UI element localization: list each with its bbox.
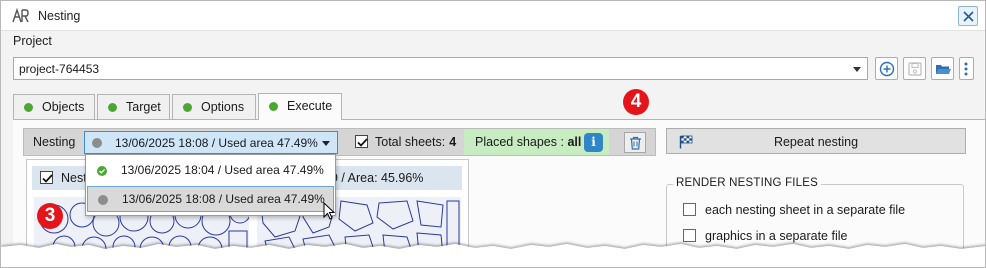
torn-edge bbox=[1, 244, 985, 267]
repeat-nesting-label: Repeat nesting bbox=[773, 135, 859, 149]
mouse-cursor-icon bbox=[323, 201, 337, 225]
total-sheets-label: Total sheets: bbox=[375, 135, 446, 149]
nesting-option-1[interactable]: 13/06/2025 18:04 / Used area 47.49% bbox=[87, 158, 334, 184]
window-title: Nesting bbox=[38, 9, 81, 23]
tab-label: Target bbox=[126, 100, 161, 114]
status-dot-icon bbox=[98, 195, 108, 205]
tab-execute[interactable]: Execute bbox=[258, 93, 342, 120]
status-dot-icon bbox=[269, 102, 278, 111]
checkmark-icon bbox=[42, 174, 53, 183]
app-logo-icon bbox=[11, 7, 29, 24]
status-dot-icon bbox=[108, 103, 117, 112]
separate-sheets-label: each nesting sheet in a separate file bbox=[705, 203, 906, 217]
nesting-window: Nesting Project project-764453 Objects T… bbox=[0, 0, 986, 268]
total-sheets-value: 4 bbox=[449, 135, 457, 149]
tab-options[interactable]: Options bbox=[172, 94, 256, 119]
chevron-down-icon bbox=[853, 67, 861, 72]
project-select[interactable]: project-764453 bbox=[13, 57, 868, 80]
open-project-button[interactable] bbox=[931, 57, 954, 80]
render-files-title: RENDER NESTING FILES bbox=[673, 177, 822, 189]
separate-sheets-checkbox[interactable] bbox=[683, 203, 696, 216]
success-check-icon bbox=[97, 166, 107, 176]
placed-shapes-label: Placed shapes : bbox=[475, 135, 564, 149]
tab-label: Objects bbox=[42, 100, 85, 114]
nesting-option-label: 13/06/2025 18:04 / Used area 47.49% bbox=[121, 163, 324, 177]
sheet-label: Nest bbox=[61, 171, 87, 185]
tab-label: Execute bbox=[287, 99, 333, 113]
placed-shapes: Placed shapes : all bbox=[475, 135, 581, 149]
nesting-option-2[interactable]: 13/06/2025 18:08 / Used area 47.49% bbox=[87, 186, 334, 212]
total-sheets-checkbox[interactable] bbox=[355, 135, 368, 148]
info-button[interactable]: i bbox=[584, 133, 603, 152]
add-project-button[interactable] bbox=[875, 57, 898, 80]
title-bar: Nesting bbox=[1, 1, 985, 31]
status-dot-icon bbox=[183, 103, 192, 112]
project-label: Project bbox=[13, 34, 52, 48]
nesting-selected-value: 13/06/2025 18:08 / Used area 47.49% bbox=[115, 136, 318, 150]
close-button[interactable] bbox=[958, 6, 978, 26]
nesting-dropdown: 13/06/2025 18:04 / Used area 47.49% 13/0… bbox=[85, 154, 336, 216]
total-sheets: Total sheets: 4 bbox=[375, 135, 456, 149]
tab-target[interactable]: Target bbox=[97, 94, 170, 119]
sheet-area-text: 9 / Area: 45.96% bbox=[331, 171, 424, 185]
nesting-option-label: 13/06/2025 18:08 / Used area 47.49% bbox=[122, 192, 325, 206]
status-dot-icon bbox=[24, 103, 33, 112]
sheet-checkbox[interactable] bbox=[40, 171, 53, 184]
tab-label: Options bbox=[201, 100, 245, 114]
more-options-button[interactable] bbox=[959, 57, 974, 80]
tab-objects[interactable]: Objects bbox=[13, 94, 95, 119]
save-project-button[interactable] bbox=[903, 57, 926, 80]
chevron-down-icon bbox=[322, 141, 330, 146]
status-dot-icon bbox=[92, 138, 102, 148]
checkmark-icon bbox=[357, 138, 368, 147]
nesting-select[interactable]: 13/06/2025 18:08 / Used area 47.49% bbox=[84, 131, 338, 154]
info-icon: i bbox=[591, 135, 596, 149]
callout-badge-3: 3 bbox=[37, 203, 63, 229]
callout-badge-4: 4 bbox=[623, 89, 649, 115]
repeat-nesting-button[interactable]: Repeat nesting bbox=[666, 128, 966, 154]
placed-shapes-value: all bbox=[567, 135, 582, 149]
nesting-label: Nesting bbox=[33, 135, 76, 149]
project-value: project-764453 bbox=[19, 62, 100, 76]
delete-nesting-button[interactable] bbox=[624, 132, 646, 153]
